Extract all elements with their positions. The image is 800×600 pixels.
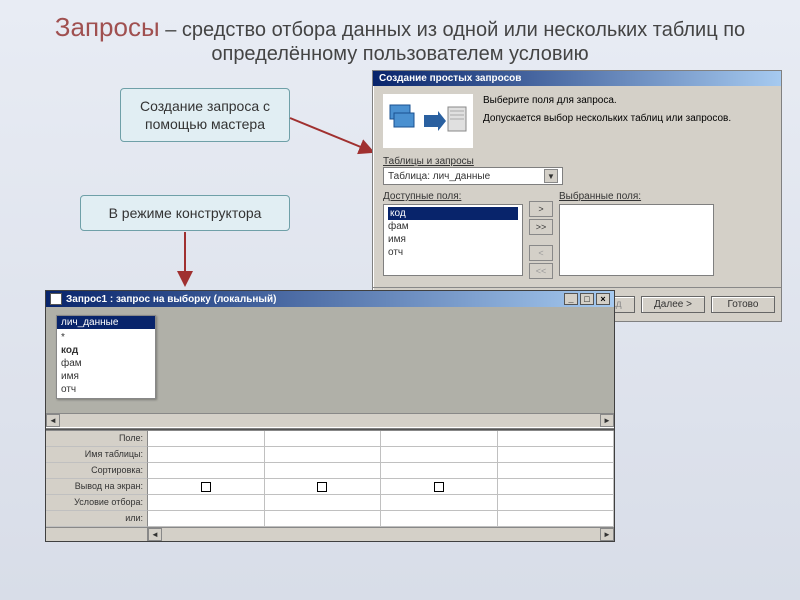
next-button[interactable]: Далее > xyxy=(641,296,705,313)
grid-label: или: xyxy=(46,511,148,527)
designer-titlebar: Запрос1 : запрос на выборку (локальный) … xyxy=(46,291,614,307)
grid-label: Поле: xyxy=(46,431,148,447)
page-title: Запросы – средство отбора данных из одно… xyxy=(0,0,800,70)
table-box[interactable]: лич_данные * код фам имя отч xyxy=(56,315,156,399)
maximize-icon[interactable]: □ xyxy=(580,293,594,305)
add-all-button[interactable]: >> xyxy=(529,219,553,235)
scroll-left-icon[interactable]: ◄ xyxy=(148,528,162,541)
grid-cell[interactable] xyxy=(265,479,381,495)
wizard-artwork xyxy=(383,94,473,148)
grid-cell[interactable] xyxy=(381,431,497,447)
field-item[interactable]: фам xyxy=(61,357,151,370)
grid-label: Условие отбора: xyxy=(46,495,148,511)
checkbox[interactable] xyxy=(434,482,444,492)
field-item[interactable]: * xyxy=(61,331,151,344)
field-item[interactable]: код xyxy=(61,344,151,357)
remove-button[interactable]: < xyxy=(529,245,553,261)
grid-cell[interactable] xyxy=(148,511,264,527)
grid-cell[interactable] xyxy=(381,479,497,495)
remove-all-button[interactable]: << xyxy=(529,263,553,279)
grid-cell[interactable] xyxy=(265,511,381,527)
grid-label: Сортировка: xyxy=(46,463,148,479)
query-icon xyxy=(50,293,62,305)
checkbox[interactable] xyxy=(317,482,327,492)
grid-cell[interactable] xyxy=(381,495,497,511)
horizontal-scrollbar[interactable]: ◄ ► xyxy=(46,413,614,427)
field-item[interactable]: имя xyxy=(61,370,151,383)
wizard-tables-label: Таблицы и запросы xyxy=(383,156,771,167)
available-label: Доступные поля: xyxy=(383,191,523,202)
list-item[interactable]: отч xyxy=(388,246,518,259)
title-rest: – средство отбора данных из одной или не… xyxy=(160,19,746,65)
selected-label: Выбранные поля: xyxy=(559,191,714,202)
list-item[interactable]: имя xyxy=(388,233,518,246)
list-item[interactable]: фам xyxy=(388,220,518,233)
grid-cell[interactable] xyxy=(498,431,614,447)
designer-window: Запрос1 : запрос на выборку (локальный) … xyxy=(45,290,615,542)
add-button[interactable]: > xyxy=(529,201,553,217)
grid-cell[interactable] xyxy=(381,447,497,463)
scroll-right-icon[interactable]: ► xyxy=(600,414,614,427)
grid-cell[interactable] xyxy=(148,431,264,447)
grid-cell[interactable] xyxy=(265,447,381,463)
wizard-titlebar: Создание простых запросов xyxy=(373,71,781,86)
dropdown-icon[interactable]: ▼ xyxy=(544,169,558,183)
grid-scrollbar[interactable]: ◄ ► xyxy=(46,527,614,541)
grid-cell[interactable] xyxy=(265,431,381,447)
grid-cell[interactable] xyxy=(498,495,614,511)
list-item[interactable]: код xyxy=(388,207,518,220)
scroll-right-icon[interactable]: ► xyxy=(600,528,614,541)
grid-label: Вывод на экран: xyxy=(46,479,148,495)
design-grid[interactable]: Поле: Имя таблицы: Сортировка: Вывод на … xyxy=(46,430,614,527)
grid-cell[interactable] xyxy=(498,511,614,527)
field-item[interactable]: отч xyxy=(61,383,151,396)
scroll-left-icon[interactable]: ◄ xyxy=(46,414,60,427)
grid-cell[interactable] xyxy=(148,495,264,511)
finish-button[interactable]: Готово xyxy=(711,296,775,313)
available-fields-list[interactable]: код фам имя отч xyxy=(383,204,523,276)
callout-wizard: Создание запроса с помощью мастера xyxy=(120,88,290,142)
title-strong: Запросы xyxy=(55,12,160,42)
checkbox[interactable] xyxy=(201,482,211,492)
wizard-table-select[interactable]: Таблица: лич_данные ▼ xyxy=(383,167,563,185)
minimize-icon[interactable]: _ xyxy=(564,293,578,305)
table-name: лич_данные xyxy=(57,316,155,329)
grid-cell[interactable] xyxy=(498,479,614,495)
grid-cell[interactable] xyxy=(381,463,497,479)
close-icon[interactable]: × xyxy=(596,293,610,305)
selected-fields-list[interactable] xyxy=(559,204,714,276)
designer-upper-pane[interactable]: лич_данные * код фам имя отч ◄ ► xyxy=(46,307,614,427)
grid-cell[interactable] xyxy=(265,463,381,479)
grid-cell[interactable] xyxy=(148,479,264,495)
callout-designer: В режиме конструктора xyxy=(80,195,290,231)
wizard-dialog: Создание простых запросов Выберите поля … xyxy=(372,70,782,322)
grid-label: Имя таблицы: xyxy=(46,447,148,463)
grid-cell[interactable] xyxy=(498,447,614,463)
grid-cell[interactable] xyxy=(148,447,264,463)
wizard-instructions: Выберите поля для запроса. Допускается в… xyxy=(483,94,731,148)
grid-cell[interactable] xyxy=(148,463,264,479)
grid-cell[interactable] xyxy=(498,463,614,479)
grid-cell[interactable] xyxy=(265,495,381,511)
grid-cell[interactable] xyxy=(381,511,497,527)
